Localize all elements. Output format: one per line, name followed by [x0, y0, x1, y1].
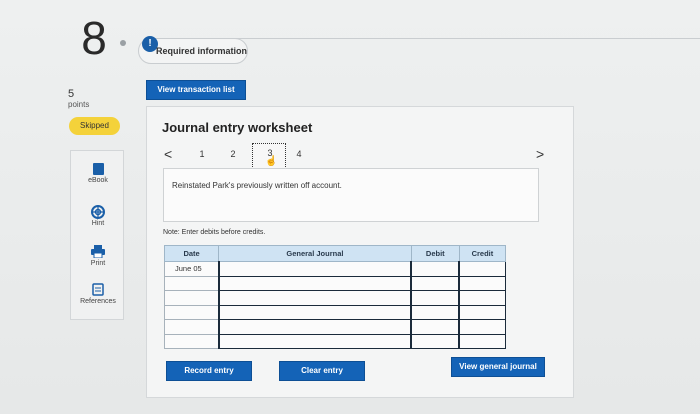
table-row [163, 275, 507, 291]
debit-header: Debit [410, 245, 460, 262]
record-entry-button[interactable]: Record entry [166, 361, 252, 381]
sidebar-item-label: Print [90, 260, 106, 267]
debit-input[interactable] [410, 275, 460, 291]
prev-step-arrow[interactable]: < [164, 146, 172, 162]
hand-cursor-icon: ☝ [265, 156, 278, 167]
date-cell[interactable]: June 05 [163, 261, 220, 277]
step-3-active[interactable]: 3 ☝ [252, 143, 286, 169]
points-label: points [68, 100, 90, 109]
debit-credit-note: Note: Enter debits before credits. [163, 229, 266, 236]
credit-input[interactable] [458, 290, 507, 306]
debit-input[interactable] [410, 304, 460, 320]
step-1[interactable]: 1 [194, 149, 210, 159]
book-icon [92, 163, 104, 175]
debit-input[interactable] [410, 319, 460, 335]
tools-sidebar: eBook Hint Print References [70, 150, 124, 320]
question-number: 8 [81, 12, 107, 64]
credit-input[interactable] [458, 275, 507, 291]
view-general-journal-button[interactable]: View general journal [451, 357, 545, 377]
status-badge: Skipped [69, 117, 120, 135]
debit-input[interactable] [410, 333, 460, 349]
date-cell[interactable] [163, 304, 220, 320]
general-journal-header: General Journal [218, 245, 412, 262]
debit-input[interactable] [410, 290, 460, 306]
debit-input[interactable] [410, 261, 460, 277]
table-row: June 05 [163, 261, 507, 277]
table-row [163, 333, 507, 349]
sidebar-item-ebook[interactable]: eBook [71, 163, 125, 184]
date-header: Date [163, 245, 220, 262]
worksheet-stepper: < 1 2 3 ☝ 4 > [160, 143, 550, 169]
assignment-page: 8 ! Required information 5 points Skippe… [0, 0, 700, 414]
table-row [163, 319, 507, 335]
printer-icon [91, 245, 105, 259]
required-info-label: Required information [156, 46, 248, 56]
credit-input[interactable] [458, 319, 507, 335]
account-input[interactable] [217, 275, 412, 291]
table-row [163, 304, 507, 320]
credit-header: Credit [458, 245, 507, 262]
points-value: 5 [68, 88, 75, 100]
account-input[interactable] [217, 304, 412, 320]
date-cell[interactable] [163, 319, 220, 335]
sidebar-item-label: References [80, 298, 116, 305]
step-2[interactable]: 2 [225, 149, 241, 159]
account-input[interactable] [217, 290, 412, 306]
account-input[interactable] [217, 333, 412, 349]
transaction-description-box: Reinstated Park's previously written off… [163, 168, 539, 222]
date-cell[interactable] [163, 275, 220, 291]
journal-table: Date General Journal Debit Credit June 0… [163, 245, 507, 349]
sidebar-item-references[interactable]: References [71, 283, 125, 305]
sidebar-item-label: eBook [88, 177, 108, 184]
account-input[interactable] [217, 319, 412, 335]
step-4[interactable]: 4 [291, 149, 307, 159]
view-transaction-list-button[interactable]: View transaction list [146, 80, 246, 100]
table-row [163, 290, 507, 306]
account-input[interactable] [217, 261, 412, 277]
life-ring-icon [91, 205, 105, 219]
sidebar-item-print[interactable]: Print [71, 245, 125, 267]
document-icon [91, 283, 105, 296]
worksheet-title: Journal entry worksheet [162, 120, 313, 135]
transaction-description: Reinstated Park's previously written off… [172, 181, 342, 190]
next-step-arrow[interactable]: > [536, 146, 544, 162]
credit-input[interactable] [458, 261, 507, 277]
sidebar-item-hint[interactable]: Hint [71, 205, 125, 227]
clear-entry-button[interactable]: Clear entry [279, 361, 365, 381]
date-cell[interactable] [163, 333, 220, 349]
sidebar-item-label: Hint [91, 220, 105, 227]
credit-input[interactable] [458, 304, 507, 320]
question-dot [120, 40, 126, 46]
date-cell[interactable] [163, 290, 220, 306]
credit-input[interactable] [458, 333, 507, 349]
